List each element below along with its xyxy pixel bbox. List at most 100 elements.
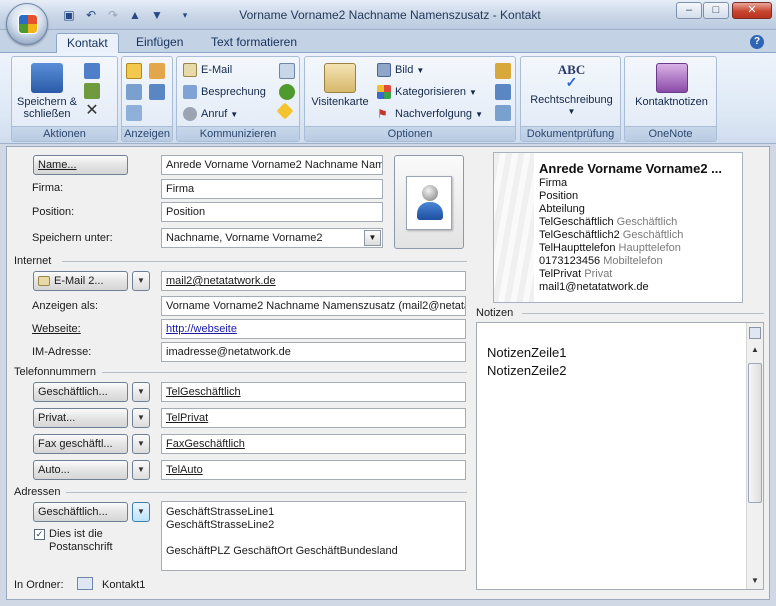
bild-button[interactable]: Bild ▼ xyxy=(377,61,424,79)
tab-kontakt[interactable]: Kontakt xyxy=(56,33,119,53)
up-arrow-icon[interactable]: ▲ xyxy=(126,7,144,23)
im-adresse-field[interactable]: imadresse@netatwork.de xyxy=(161,342,466,362)
phone-icon xyxy=(183,107,197,121)
phone-dropdown-2[interactable]: ▼ xyxy=(132,408,150,428)
speichern-unter-select[interactable]: Nachname, Vorname Vorname2 xyxy=(161,228,383,248)
redo-icon[interactable]: ↷ xyxy=(104,7,122,23)
phone-dropdown-4[interactable]: ▼ xyxy=(132,460,150,480)
phone-field-2[interactable]: TelPrivat xyxy=(161,408,466,428)
kategorisieren-button[interactable]: Kategorisieren ▼ xyxy=(377,83,477,101)
scroll-up-icon[interactable]: ▲ xyxy=(751,345,759,354)
phone-field-1[interactable]: TelGeschäftlich xyxy=(161,382,466,402)
general-view-icon[interactable] xyxy=(126,63,142,79)
map-icon[interactable] xyxy=(276,102,294,120)
lock-icon[interactable] xyxy=(495,63,511,79)
besprechung-button[interactable]: Besprechung xyxy=(183,83,266,101)
nachverfolgung-button[interactable]: ⚑ Nachverfolgung ▼ xyxy=(377,105,483,123)
card-decoration xyxy=(494,153,534,302)
anzeigen-als-label: Anzeigen als: xyxy=(32,300,99,312)
address-type-button[interactable]: Geschäftlich... xyxy=(33,502,128,522)
section-divider xyxy=(66,492,467,493)
phone-type-button-1[interactable]: Geschäftlich... xyxy=(33,382,128,402)
help-icon[interactable]: ? xyxy=(750,35,764,49)
save-new-icon[interactable] xyxy=(84,83,100,99)
section-telefonnummern: Telefonnummern xyxy=(14,366,96,378)
save-icon[interactable]: ▣ xyxy=(60,7,78,23)
notes-scrollbar[interactable]: ▲ ▼ xyxy=(746,323,763,589)
card-line: mail1@netatatwork.de xyxy=(539,281,649,293)
in-ordner-label: In Ordner: xyxy=(14,579,64,591)
kontaktnotizen-button[interactable]: Kontaktnotizen xyxy=(627,63,716,108)
section-divider xyxy=(62,261,467,262)
card-line: TelPrivat Privat xyxy=(539,268,613,280)
chevron-down-icon[interactable]: ▼ xyxy=(364,230,381,246)
undo-icon[interactable]: ↶ xyxy=(82,7,100,23)
phone-type-button-2[interactable]: Privat... xyxy=(33,408,128,428)
notes-field[interactable]: NotizenZeile1 NotizenZeile2 ▲ ▼ xyxy=(476,322,764,590)
phone-dropdown-3[interactable]: ▼ xyxy=(132,434,150,454)
phone-field-3[interactable]: FaxGeschäftlich xyxy=(161,434,466,454)
card-name: Anrede Vorname Vorname2 ... xyxy=(539,161,723,176)
position-label: Position: xyxy=(32,206,75,218)
email-button[interactable]: E-Mail xyxy=(183,61,232,79)
office-logo-icon xyxy=(18,14,38,34)
in-ordner-value: Kontakt1 xyxy=(102,579,146,591)
visitenkarte-button[interactable]: Visitenkarte xyxy=(307,63,373,108)
save-close-icon xyxy=(31,63,63,93)
onenote-icon xyxy=(655,63,688,93)
maximize-button[interactable]: □ xyxy=(703,2,729,19)
section-divider xyxy=(522,313,764,314)
office-button[interactable] xyxy=(6,3,48,45)
scrollbar-thumb[interactable] xyxy=(748,363,762,503)
save-icon[interactable] xyxy=(84,63,100,79)
categories-icon xyxy=(377,85,391,99)
picture-icon xyxy=(377,63,391,77)
email-dropdown-button[interactable]: ▼ xyxy=(132,271,150,291)
contact-photo-frame xyxy=(406,176,452,230)
anruf-button[interactable]: Anruf ▼ xyxy=(183,105,238,123)
webseite-field[interactable]: http://webseite xyxy=(161,319,466,339)
save-close-button[interactable]: Speichern & schließen xyxy=(16,63,78,120)
check-names-icon[interactable] xyxy=(495,105,511,121)
phone-type-button-4[interactable]: Auto... xyxy=(33,460,128,480)
delete-icon[interactable]: ✕ xyxy=(84,103,100,119)
firma-field[interactable]: Firma xyxy=(161,179,383,199)
group-optionen: Visitenkarte Bild ▼ Kategorisieren ▼ ⚑ Nach… xyxy=(304,56,516,142)
phone-dropdown-1[interactable]: ▼ xyxy=(132,382,150,402)
email-field[interactable]: mail2@netatatwork.de xyxy=(161,271,466,291)
tab-text-formatieren[interactable]: Text formatieren xyxy=(201,33,307,53)
name-button[interactable]: Name... xyxy=(33,155,128,175)
postanschrift-label-line1: Dies ist die xyxy=(49,528,103,540)
contact-photo-button[interactable] xyxy=(394,155,464,249)
activities-icon[interactable] xyxy=(126,105,142,121)
address-book-icon[interactable] xyxy=(495,84,511,100)
notes-format-icon[interactable] xyxy=(749,327,761,339)
notes-line-1: NotizenZeile1 xyxy=(487,345,567,360)
chevron-down-icon: ▼ xyxy=(567,107,576,116)
web-icon[interactable] xyxy=(279,84,295,100)
chevron-down-icon: ▼ xyxy=(475,109,483,119)
phone-type-button-3[interactable]: Fax geschäftl... xyxy=(33,434,128,454)
envelope-icon xyxy=(183,63,197,77)
down-arrow-icon[interactable]: ▼ xyxy=(148,7,166,23)
rechtschreibung-button[interactable]: ABC ✓ Rechtschreibung ▼ xyxy=(523,61,620,118)
business-card-preview[interactable]: Anrede Vorname Vorname2 ... Firma Positi… xyxy=(493,152,743,303)
postanschrift-checkbox[interactable]: ✓ xyxy=(34,529,45,540)
close-button[interactable]: ✕ xyxy=(732,2,772,19)
address-dropdown[interactable]: ▼ xyxy=(132,502,150,522)
group-kommunizieren: E-Mail Besprechung Anruf ▼ Kommunizieren xyxy=(176,56,300,142)
details-view-icon[interactable] xyxy=(149,63,165,79)
position-field[interactable]: Position xyxy=(161,202,383,222)
minimize-button[interactable]: – xyxy=(676,2,702,19)
certificates-icon[interactable] xyxy=(126,84,142,100)
scroll-down-icon[interactable]: ▼ xyxy=(751,576,759,585)
address-field[interactable]: GeschäftStrasseLine1 GeschäftStrasseLine… xyxy=(161,501,466,571)
tab-einfuegen[interactable]: Einfügen xyxy=(126,33,193,53)
all-fields-icon[interactable] xyxy=(149,84,165,100)
task-icon[interactable] xyxy=(279,63,295,79)
phone-field-4[interactable]: TelAuto xyxy=(161,460,466,480)
email-select-button[interactable]: E-Mail 2... xyxy=(33,271,128,291)
anzeigen-als-field[interactable]: Vorname Vorname2 Nachname Namenszusatz (… xyxy=(161,296,466,316)
name-field[interactable]: Anrede Vorname Vorname2 Nachname Namensz… xyxy=(161,155,383,175)
spelling-icon: ABC ✓ xyxy=(557,62,586,91)
